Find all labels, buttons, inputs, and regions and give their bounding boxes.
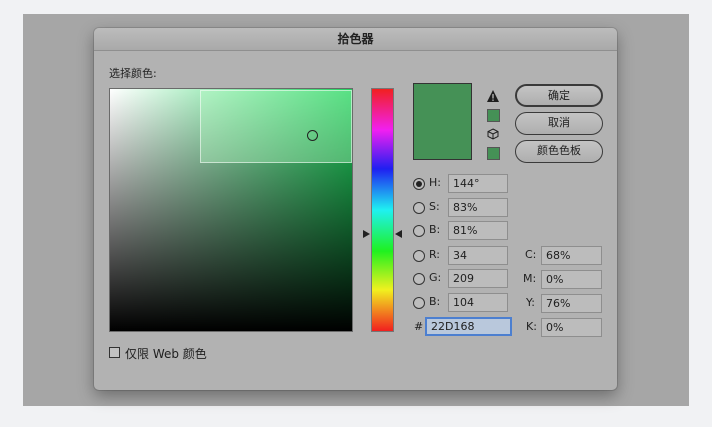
hue-label: H: — [429, 176, 441, 189]
yellow-input[interactable]: 76% — [541, 294, 602, 313]
radio-hue[interactable] — [413, 178, 425, 190]
radio-green[interactable] — [413, 273, 425, 285]
saturation-brightness-field[interactable] — [109, 88, 353, 332]
radio-red[interactable] — [413, 250, 425, 262]
hex-label: # — [414, 320, 424, 333]
web-only-checkbox[interactable] — [109, 347, 120, 358]
out-of-gamut-swatch[interactable] — [487, 109, 500, 122]
saturation-input[interactable]: 83% — [448, 198, 508, 217]
brightness-input[interactable]: 81% — [448, 221, 508, 240]
radio-blue[interactable] — [413, 297, 425, 309]
ok-button[interactable]: 确定 — [515, 84, 603, 107]
brightness-label: B: — [429, 223, 441, 236]
cube-icon[interactable] — [487, 128, 499, 140]
dialog-title: 拾色器 — [94, 28, 617, 51]
select-color-label: 选择颜色: — [109, 67, 157, 80]
hue-slider-right-handle[interactable] — [395, 230, 402, 238]
color-field-cursor[interactable] — [307, 130, 318, 141]
web-only-label: 仅限 Web 颜色 — [125, 347, 207, 361]
color-swatches-button[interactable]: 颜色色板 — [515, 140, 603, 163]
blue-input[interactable]: 104 — [448, 293, 508, 312]
hue-input[interactable]: 144° — [448, 174, 508, 193]
red-input[interactable]: 34 — [448, 246, 508, 265]
cyan-input[interactable]: 68% — [541, 246, 602, 265]
field-highlight-region — [200, 90, 352, 163]
radio-brightness[interactable] — [413, 225, 425, 237]
color-preview-swatch — [413, 83, 472, 160]
black-label: K: — [526, 320, 537, 333]
color-picker-dialog: 拾色器 选择颜色: 确定 取消 颜色色板 H: 144° S: 83% B: 8… — [94, 28, 617, 390]
web-safe-swatch[interactable] — [487, 147, 500, 160]
yellow-label: Y: — [526, 296, 535, 309]
blue-label: B: — [429, 295, 441, 308]
magenta-input[interactable]: 0% — [541, 270, 602, 289]
saturation-label: S: — [429, 200, 440, 213]
cancel-button[interactable]: 取消 — [515, 112, 603, 135]
cyan-label: C: — [525, 248, 537, 261]
hex-input[interactable]: 22D168 — [425, 317, 512, 336]
hue-slider[interactable] — [371, 88, 394, 332]
black-input[interactable]: 0% — [541, 318, 602, 337]
green-label: G: — [429, 271, 442, 284]
magenta-label: M: — [523, 272, 537, 285]
hue-slider-left-handle[interactable] — [363, 230, 370, 238]
radio-saturation[interactable] — [413, 202, 425, 214]
warning-triangle-icon[interactable] — [486, 89, 500, 103]
green-input[interactable]: 209 — [448, 269, 508, 288]
red-label: R: — [429, 248, 441, 261]
